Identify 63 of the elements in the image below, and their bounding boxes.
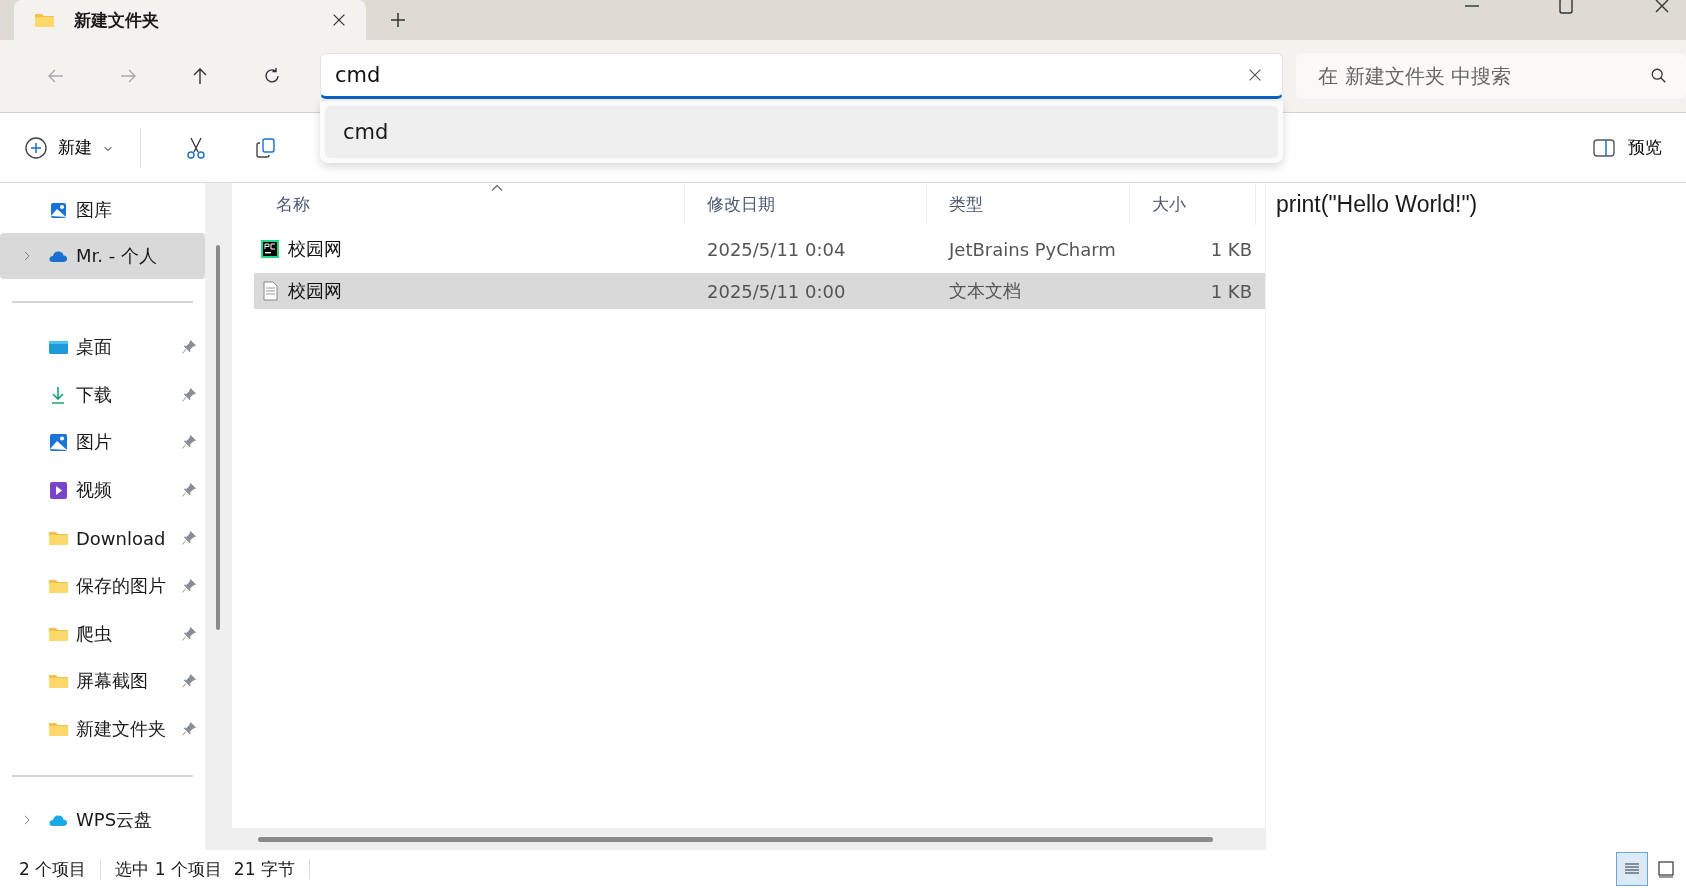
column-header[interactable]: 名称 (254, 183, 685, 225)
maximize-icon (1556, 0, 1576, 16)
new-button[interactable]: 新建 (20, 129, 118, 166)
tiles-icon (1656, 859, 1676, 879)
size-cell-text: 1 KB (1209, 238, 1253, 260)
type-cell-text: JetBrains PyCharm (947, 238, 1117, 260)
size-cell-text: 1 KB (1209, 280, 1253, 302)
pin-icon[interactable] (181, 625, 197, 642)
column-header[interactable]: 修改日期 (685, 183, 927, 225)
folder-tab[interactable]: 新建文件夹 (14, 0, 366, 40)
nav-item[interactable]: 保存的图片 (0, 562, 205, 610)
type-cell-text: 文本文档 (948, 279, 1022, 303)
search-field[interactable]: 在 新建文件夹 中搜索 (1316, 63, 1651, 89)
scissors-icon (184, 135, 208, 160)
pin-icon[interactable] (181, 482, 197, 499)
nav-item[interactable]: 图片 (0, 418, 205, 467)
nav-item[interactable]: 桌面 (0, 323, 205, 371)
selection-size: 21 字节 (233, 857, 295, 881)
pin-icon[interactable] (181, 721, 197, 738)
nav-item[interactable]: 图库 (0, 187, 205, 233)
address-field[interactable]: cmd (334, 63, 1247, 87)
column-header[interactable]: 类型 (927, 183, 1130, 225)
scrollbar[interactable] (205, 183, 232, 850)
file-row[interactable]: 校园网 2025/5/11 0:00 文本文档 1 KB (254, 273, 1265, 309)
sort-caret-icon (490, 183, 504, 193)
date-cell-text: 2025/5/11 0:04 (706, 238, 847, 260)
plus-icon (388, 10, 408, 30)
suggestion-item[interactable]: cmd (324, 106, 1279, 158)
plus-circle-icon (24, 135, 48, 160)
nav-item[interactable]: 爬虫 (0, 609, 205, 658)
pin-icon[interactable] (181, 673, 197, 690)
nav-item[interactable]: 屏幕截图 (0, 657, 205, 706)
nav-item[interactable]: Download (0, 514, 205, 562)
document-icon (260, 281, 280, 301)
video-icon (48, 480, 68, 501)
file-name: 校园网 (288, 237, 342, 261)
column-header[interactable]: 大小 (1130, 183, 1256, 225)
scrollbar[interactable] (232, 828, 1265, 850)
copy-icon (254, 135, 278, 160)
minimize-icon (1464, 5, 1480, 7)
search-box[interactable]: 在 新建文件夹 中搜索 (1296, 53, 1686, 99)
date-cell-text: 2025/5/11 0:00 (706, 280, 847, 302)
file-name: 校园网 (288, 279, 342, 303)
pin-icon[interactable] (181, 577, 197, 594)
pin-icon[interactable] (181, 530, 197, 547)
nav-item[interactable]: 下载 (0, 370, 205, 419)
gallery-icon (48, 200, 68, 220)
nav-item[interactable]: Mr. - 个人 (0, 233, 205, 279)
pin-icon[interactable] (181, 338, 197, 355)
address-bar[interactable]: cmd (319, 53, 1284, 99)
details-view-button[interactable] (1616, 852, 1648, 886)
item-count: 2 个项目 (19, 857, 87, 881)
selection-count: 选中 1 个项目 (115, 857, 222, 881)
preview-button[interactable]: 预览 (1586, 134, 1668, 161)
pin-icon[interactable] (181, 434, 197, 451)
nav-item[interactable]: WPS云盘 (0, 797, 205, 844)
pin-icon[interactable] (181, 386, 197, 403)
pictures-icon (48, 432, 68, 453)
preview-text: print("Hello World!") (1265, 183, 1686, 850)
nav-item[interactable]: 视频 (0, 466, 205, 515)
nav-item[interactable]: 新建文件夹 (0, 705, 205, 754)
file-row[interactable]: 校园网 2025/5/11 0:04 JetBrains PyCharm 1 KB (254, 231, 1265, 267)
pycharm-icon (260, 239, 280, 259)
